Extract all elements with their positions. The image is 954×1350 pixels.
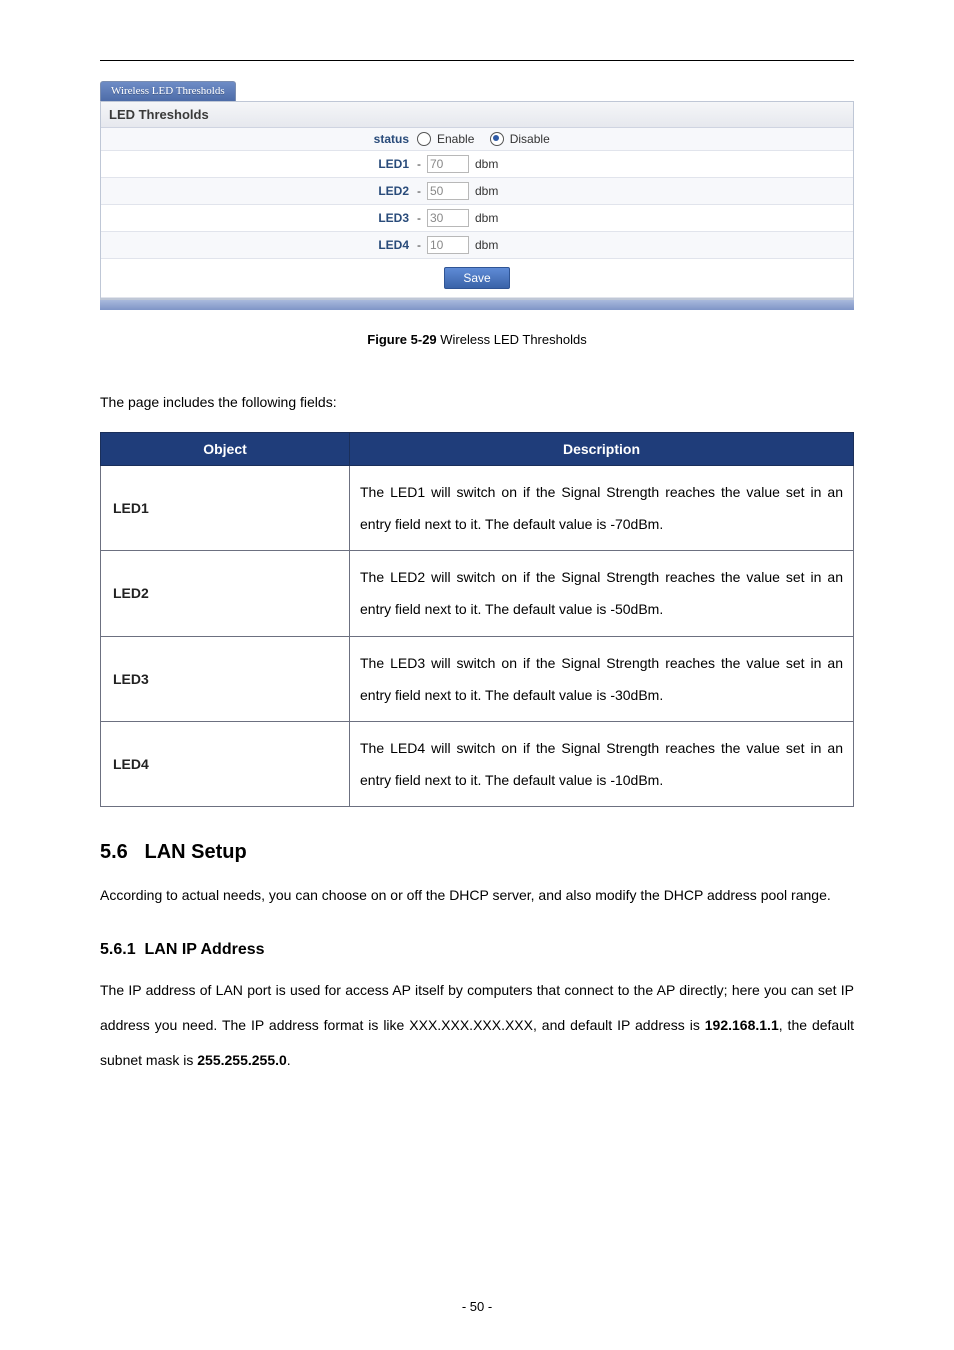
table-row: LED3 The LED3 will switch on if the Sign… <box>101 636 854 721</box>
section-heading: 5.6 LAN Setup <box>100 841 854 864</box>
table-header-object: Object <box>101 432 350 465</box>
led1-input[interactable] <box>427 155 469 173</box>
table-desc-cell: The LED3 will switch on if the Signal St… <box>350 636 854 721</box>
save-button[interactable]: Save <box>444 267 509 289</box>
led2-label: LED2 <box>109 184 417 198</box>
led4-input[interactable] <box>427 236 469 254</box>
panel-tab[interactable]: Wireless LED Thresholds <box>100 81 236 101</box>
status-label: status <box>109 132 417 146</box>
figure-caption: Figure 5-29 Wireless LED Thresholds <box>100 332 854 347</box>
page-number: - 50 - <box>0 1299 954 1314</box>
panel-footer-bar <box>100 299 854 310</box>
fields-intro: The page includes the following fields: <box>100 387 854 418</box>
subsection-number: 5.6.1 <box>100 941 136 958</box>
wireless-led-panel: Wireless LED Thresholds LED Thresholds s… <box>100 81 854 310</box>
panel-subheader: LED Thresholds <box>101 102 853 128</box>
status-disable-radio[interactable] <box>490 132 504 146</box>
table-row: LED1 The LED1 will switch on if the Sign… <box>101 465 854 550</box>
led2-unit: dbm <box>475 184 498 198</box>
table-desc-cell: The LED4 will switch on if the Signal St… <box>350 721 854 806</box>
minus-sign: - <box>417 157 421 171</box>
table-object-cell: LED4 <box>101 721 350 806</box>
subsection-title: LAN IP Address <box>144 941 264 958</box>
led1-label: LED1 <box>109 157 417 171</box>
led4-label: LED4 <box>109 238 417 252</box>
table-desc-cell: The LED2 will switch on if the Signal St… <box>350 551 854 636</box>
panel-body: LED Thresholds status Enable Disable LED… <box>100 101 854 299</box>
minus-sign: - <box>417 184 421 198</box>
subsection-para-post: . <box>287 1052 291 1068</box>
table-object-cell: LED3 <box>101 636 350 721</box>
top-rule <box>100 60 854 61</box>
subsection-ip: 192.168.1.1 <box>705 1017 779 1033</box>
subsection-mask: 255.255.255.0 <box>197 1052 287 1068</box>
led4-unit: dbm <box>475 238 498 252</box>
led3-label: LED3 <box>109 211 417 225</box>
section-para: According to actual needs, you can choos… <box>100 878 854 913</box>
led3-unit: dbm <box>475 211 498 225</box>
subsection-para: The IP address of LAN port is used for a… <box>100 973 854 1078</box>
led3-input[interactable] <box>427 209 469 227</box>
led1-unit: dbm <box>475 157 498 171</box>
table-desc-cell: The LED1 will switch on if the Signal St… <box>350 465 854 550</box>
led2-input[interactable] <box>427 182 469 200</box>
status-disable-label: Disable <box>510 132 550 146</box>
figure-caption-rest: Wireless LED Thresholds <box>437 332 587 347</box>
figure-caption-bold: Figure 5-29 <box>367 332 436 347</box>
subsection-heading: 5.6.1 LAN IP Address <box>100 941 854 959</box>
section-number: 5.6 <box>100 841 128 863</box>
minus-sign: - <box>417 211 421 225</box>
table-object-cell: LED1 <box>101 465 350 550</box>
table-row: LED4 The LED4 will switch on if the Sign… <box>101 721 854 806</box>
table-row: LED2 The LED2 will switch on if the Sign… <box>101 551 854 636</box>
section-title: LAN Setup <box>144 841 246 863</box>
status-enable-label: Enable <box>437 132 474 146</box>
status-enable-radio[interactable] <box>417 132 431 146</box>
table-header-description: Description <box>350 432 854 465</box>
table-object-cell: LED2 <box>101 551 350 636</box>
object-description-table: Object Description LED1 The LED1 will sw… <box>100 432 854 808</box>
minus-sign: - <box>417 238 421 252</box>
